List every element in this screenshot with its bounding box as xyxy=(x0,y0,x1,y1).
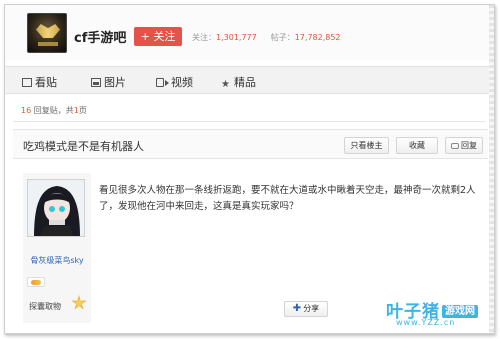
tab-images[interactable]: 图片 xyxy=(91,74,126,90)
forum-logo[interactable] xyxy=(27,13,67,53)
post-content: 看见很多次人物在那一条线折返跑，要不就在大道或水中瞅着天空走，最神奇一次就剩2人… xyxy=(99,185,476,212)
watermark-url: www.YZZ.cn xyxy=(396,318,456,327)
only-op-button[interactable]: 只看楼主 xyxy=(344,137,389,154)
tab-images-label: 图片 xyxy=(104,76,126,89)
tab-featured[interactable]: ★ 精品 xyxy=(221,74,256,90)
reply-pager: 16 回复贴，共1页 xyxy=(21,105,87,116)
share-button[interactable]: ✚ 分享 xyxy=(284,301,328,317)
tab-posts-label: 看贴 xyxy=(35,76,57,89)
forum-name[interactable]: cf手游吧 xyxy=(74,27,126,46)
plus-icon: ✚ xyxy=(292,303,302,314)
followers-label: 关注： xyxy=(192,33,216,42)
forum-stats: 关注：1,301,777 帖子：17,782,852 xyxy=(192,32,341,43)
tab-videos-label: 视频 xyxy=(171,76,193,89)
list-icon xyxy=(22,78,32,87)
reply-button-label: 回复 xyxy=(461,141,477,150)
author-name[interactable]: 骨灰级菜鸟sky xyxy=(23,255,91,266)
reply-icon xyxy=(451,143,459,149)
followers-count: 1,301,777 xyxy=(216,33,257,42)
tab-featured-label: 精品 xyxy=(234,76,256,89)
follow-button[interactable]: + 关注 xyxy=(134,27,182,46)
screenshot-frame: cf手游吧 + 关注 关注：1,301,777 帖子：17,782,852 看贴 … xyxy=(4,4,495,334)
page-count-suffix: 页 xyxy=(78,106,87,115)
forum-header: cf手游吧 + 关注 关注：1,301,777 帖子：17,782,852 xyxy=(5,5,494,60)
share-label: 分享 xyxy=(303,304,320,313)
tab-posts[interactable]: 看贴 xyxy=(22,74,57,90)
star-icon: ★ xyxy=(221,79,230,90)
divider xyxy=(13,121,486,122)
avatar[interactable] xyxy=(27,179,85,237)
favorite-button[interactable]: 收藏 xyxy=(396,137,438,154)
honor-title: 探囊取物 xyxy=(29,302,61,311)
posts-label: 帖子： xyxy=(270,33,295,42)
image-icon xyxy=(91,78,101,87)
level-badge xyxy=(27,277,45,287)
posts-count: 17,782,852 xyxy=(294,33,341,42)
reply-count-suffix: 回复贴，共 xyxy=(31,106,74,115)
thread-title: 吃鸡模式是不是有机器人 xyxy=(23,140,144,153)
reply-button[interactable]: 回复 xyxy=(445,137,483,154)
author-panel: 骨灰级菜鸟sky 探囊取物 xyxy=(23,173,91,323)
tab-videos[interactable]: 视频 xyxy=(156,74,193,90)
thread-title-bar: 吃鸡模式是不是有机器人 只看楼主 收藏 回复 xyxy=(13,129,488,159)
watermark-tag: 游戏网 xyxy=(442,305,478,318)
avatar-image xyxy=(28,180,84,236)
forum-tabs: 看贴 图片 视频 ★ 精品 xyxy=(5,66,494,94)
medal-icon xyxy=(71,295,87,310)
video-icon xyxy=(156,78,169,87)
reply-count: 16 xyxy=(21,106,32,115)
